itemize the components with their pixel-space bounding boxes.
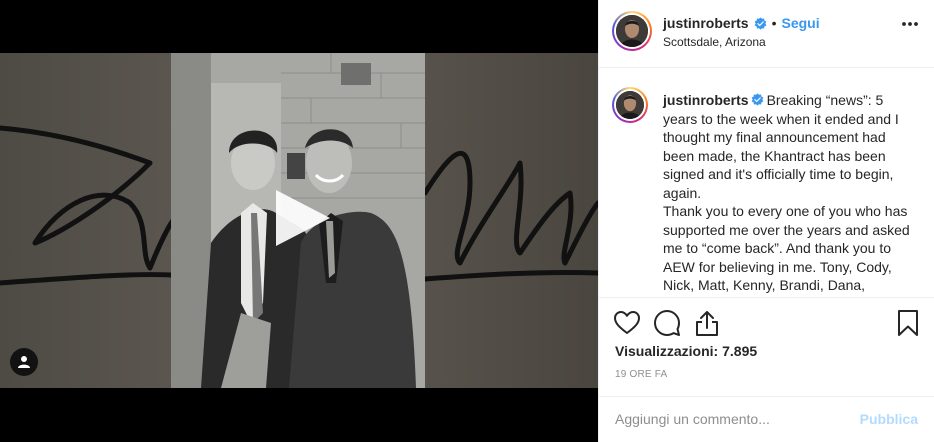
heart-icon[interactable] <box>613 309 641 337</box>
avatar-image <box>616 15 648 47</box>
caption-section: justinroberts Breaking “news”: 5 years to… <box>599 68 934 298</box>
user-tag-icon <box>18 356 30 368</box>
comment-input[interactable] <box>615 409 855 429</box>
user-tag-button[interactable] <box>10 348 38 376</box>
play-button[interactable] <box>270 186 334 250</box>
post-side-panel: justinroberts • Segui Scottsdale, Arizon… <box>598 0 934 442</box>
verified-badge-icon <box>751 93 763 106</box>
comment-form: Pubblica <box>599 396 934 442</box>
post-actions <box>599 303 934 343</box>
publish-button[interactable]: Pubblica <box>860 411 918 427</box>
view-count[interactable]: Visualizzazioni: 7.895 <box>615 343 757 359</box>
views-label: Visualizzazioni: <box>615 343 719 359</box>
post-media[interactable] <box>0 0 598 442</box>
follow-button[interactable]: Segui <box>781 15 819 31</box>
comment-bubble-icon[interactable] <box>653 309 681 337</box>
play-icon <box>276 190 330 246</box>
post-timestamp[interactable]: 19 ORE FA <box>615 369 667 380</box>
post-location[interactable]: Scottsdale, Arizona <box>663 35 766 49</box>
header-user-line: justinroberts • Segui <box>663 15 820 31</box>
verified-badge-icon <box>754 16 766 30</box>
caption-text: Breaking “news”: 5 years to the week whe… <box>663 92 910 293</box>
bookmark-icon[interactable] <box>894 309 922 337</box>
avatar-image <box>616 91 644 119</box>
author-avatar[interactable] <box>612 11 652 51</box>
author-username[interactable]: justinroberts <box>663 15 749 31</box>
post-caption: justinroberts Breaking “news”: 5 years to… <box>663 91 915 295</box>
caption-author-avatar[interactable] <box>612 87 648 123</box>
separator-dot: • <box>771 15 777 31</box>
more-options-icon[interactable] <box>901 21 919 27</box>
views-value: 7.895 <box>722 343 758 359</box>
share-icon[interactable] <box>693 309 721 337</box>
post-header: justinroberts • Segui Scottsdale, Arizon… <box>599 0 934 68</box>
caption-username[interactable]: justinroberts <box>663 92 749 108</box>
